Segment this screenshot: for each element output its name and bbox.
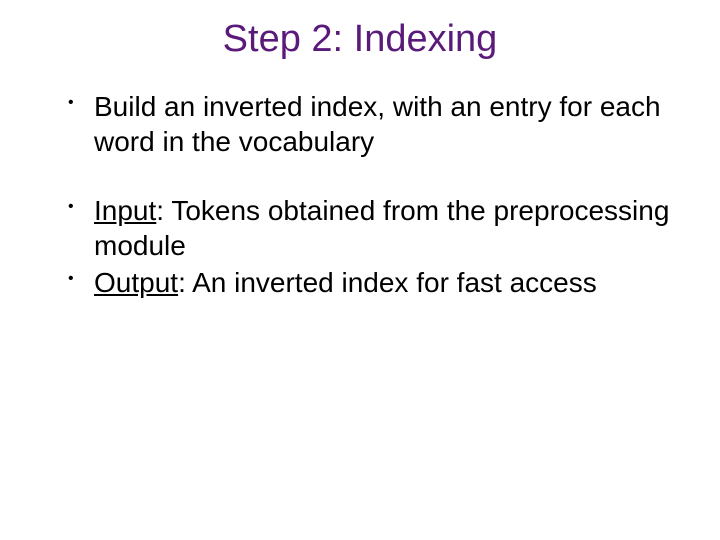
bullet-list: Build an inverted index, with an entry f… [40,89,680,300]
slide-title: Step 2: Indexing [40,18,680,61]
bullet-item: Build an inverted index, with an entry f… [68,89,680,159]
bullet-label-underlined: Input [94,195,156,226]
bullet-text: Build an inverted index, with an entry f… [94,91,661,157]
bullet-item: Input: Tokens obtained from the preproce… [68,193,680,263]
bullet-item: Output: An inverted index for fast acces… [68,265,680,300]
bullet-text: : An inverted index for fast access [178,267,597,298]
slide: Step 2: Indexing Build an inverted index… [0,0,720,540]
bullet-label-underlined: Output [94,267,178,298]
bullet-text: : Tokens obtained from the preprocessing… [94,195,669,261]
